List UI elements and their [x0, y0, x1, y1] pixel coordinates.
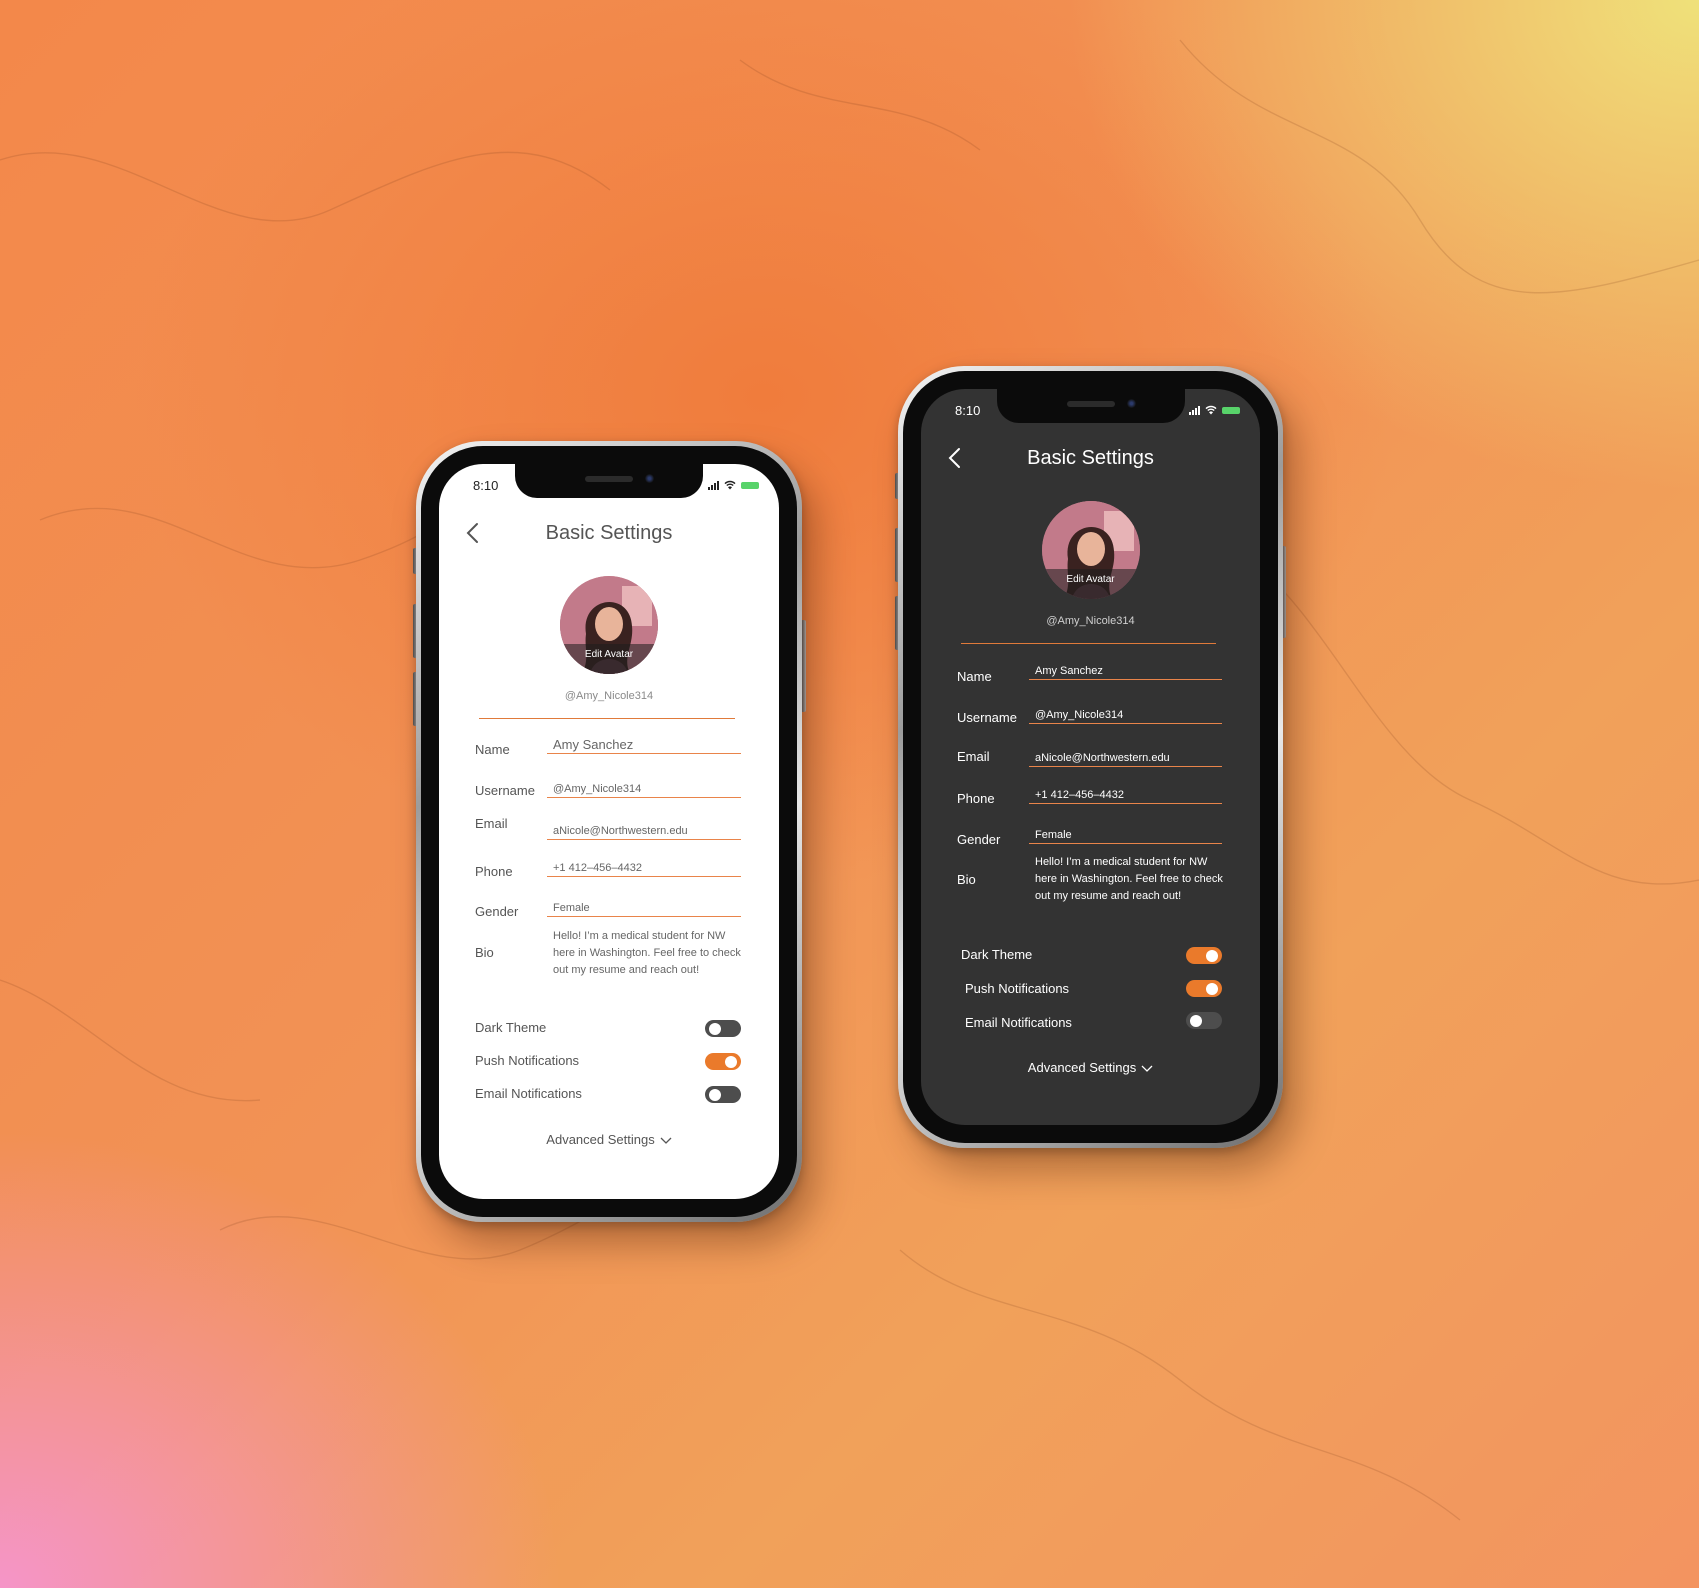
advanced-settings-label: Advanced Settings — [1027, 1060, 1137, 1075]
username-label: Username — [475, 783, 535, 798]
username-input[interactable] — [547, 774, 741, 798]
dark-theme-label: Dark Theme — [961, 947, 1033, 962]
front-camera — [645, 474, 654, 483]
advanced-settings-button[interactable]: Advanced Settings — [439, 1132, 779, 1147]
toggle-knob — [1190, 1014, 1202, 1027]
page-title: Basic Settings — [1027, 447, 1154, 469]
dark-theme-phone: 8:10 Basic Settings Edit Avatar @Amy_Nic… — [898, 366, 1283, 1148]
email-label: Email — [957, 749, 990, 764]
email-input[interactable] — [1029, 743, 1222, 767]
push-notifications-toggle[interactable] — [705, 1053, 741, 1070]
page-title: Basic Settings — [545, 522, 673, 544]
bio-label: Bio — [957, 872, 976, 887]
status-icons — [708, 480, 759, 490]
advanced-settings-label: Advanced Settings — [546, 1132, 655, 1147]
name-label: Name — [957, 669, 992, 684]
chevron-down-icon — [1141, 1065, 1153, 1072]
email-label: Email — [475, 816, 508, 831]
edit-avatar-label: Edit Avatar — [1041, 569, 1140, 599]
section-divider — [961, 643, 1216, 644]
chevron-down-icon — [660, 1137, 672, 1144]
battery-icon — [741, 481, 759, 489]
gender-label: Gender — [475, 904, 519, 919]
light-settings-screen: 8:10 Basic Settings Edit Avatar @Amy_Nic… — [439, 464, 779, 1199]
front-camera — [1126, 399, 1136, 408]
phone-input[interactable] — [547, 853, 741, 877]
email-notifications-toggle[interactable] — [705, 1086, 741, 1103]
gender-label: Gender — [957, 832, 1001, 847]
push-notifications-label: Push Notifications — [965, 981, 1070, 996]
phone-notch — [996, 389, 1185, 423]
gender-input[interactable] — [547, 893, 741, 917]
dark-theme-label: Dark Theme — [475, 1020, 547, 1035]
name-label: Name — [475, 742, 510, 757]
avatar[interactable]: Edit Avatar — [1041, 501, 1140, 599]
phone-label: Phone — [475, 864, 513, 879]
toggle-knob — [709, 1022, 721, 1035]
name-input[interactable] — [547, 730, 741, 754]
wifi-icon — [1205, 405, 1217, 415]
bio-text[interactable]: Hello! I’m a medical student for NW here… — [1035, 854, 1226, 905]
phone-label: Phone — [957, 791, 995, 806]
username-label: Username — [957, 710, 1017, 725]
phone-notch — [515, 464, 703, 498]
email-notifications-toggle[interactable] — [1186, 1012, 1222, 1029]
light-theme-phone: 8:10 Basic Settings Edit Avatar @Amy_Nic… — [416, 441, 802, 1222]
bio-label: Bio — [475, 945, 494, 960]
avatar[interactable]: Edit Avatar — [560, 576, 658, 674]
profile-handle: @Amy_Nicole314 — [564, 690, 654, 702]
status-icons — [1189, 405, 1240, 415]
dark-theme-toggle[interactable] — [1186, 947, 1222, 964]
speaker-grille — [585, 476, 633, 482]
marble-background-texture — [0, 39, 1699, 1521]
username-input[interactable] — [1029, 700, 1222, 724]
toggle-knob — [1206, 949, 1218, 962]
email-notifications-label: Email Notifications — [965, 1015, 1072, 1030]
edit-avatar-label: Edit Avatar — [560, 644, 658, 674]
profile-handle: @Amy_Nicole314 — [1046, 615, 1135, 627]
name-input[interactable] — [1029, 656, 1222, 680]
toggle-knob — [1206, 982, 1218, 995]
battery-icon — [1222, 406, 1240, 414]
signal-icon — [1189, 405, 1200, 415]
bio-text[interactable]: Hello! I’m a medical student for NW here… — [553, 928, 745, 979]
phone-bezel: 8:10 Basic Settings Edit Avatar @Amy_Nic… — [421, 446, 797, 1217]
toggle-knob — [725, 1055, 737, 1068]
email-notifications-label: Email Notifications — [475, 1086, 582, 1101]
section-divider — [479, 718, 735, 719]
push-notifications-toggle[interactable] — [1186, 980, 1222, 997]
toggle-knob — [709, 1088, 721, 1101]
push-notifications-label: Push Notifications — [475, 1053, 580, 1068]
advanced-settings-button[interactable]: Advanced Settings — [921, 1060, 1260, 1075]
phone-bezel: 8:10 Basic Settings Edit Avatar @Amy_Nic… — [903, 371, 1278, 1143]
status-time: 8:10 — [473, 478, 499, 493]
phone-input[interactable] — [1029, 780, 1222, 804]
status-time: 8:10 — [955, 403, 981, 418]
gender-input[interactable] — [1029, 820, 1222, 844]
signal-icon — [708, 480, 719, 490]
speaker-grille — [1066, 401, 1115, 407]
email-input[interactable] — [547, 816, 741, 840]
dark-theme-toggle[interactable] — [705, 1020, 741, 1037]
wifi-icon — [724, 480, 736, 490]
dark-settings-screen: 8:10 Basic Settings Edit Avatar @Amy_Nic… — [921, 389, 1260, 1125]
